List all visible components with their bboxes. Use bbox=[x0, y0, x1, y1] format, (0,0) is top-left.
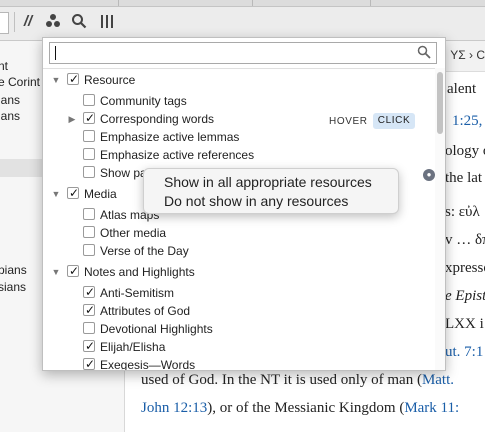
tab-strip bbox=[0, 0, 485, 7]
tab-divider bbox=[370, 0, 371, 6]
emphasize-references-checkbox[interactable] bbox=[83, 148, 95, 160]
disclosure-triangle-down-icon[interactable]: ▼ bbox=[51, 185, 61, 203]
exegesis-words-checkbox[interactable] bbox=[83, 355, 95, 370]
left-pane-item[interactable]: pians bbox=[0, 263, 27, 277]
text-line: e Epistl bbox=[445, 288, 485, 304]
tree-label: Elijah/Elisha bbox=[100, 340, 166, 354]
filter-search-input[interactable] bbox=[53, 45, 403, 61]
tree-item-attributes-of-god[interactable]: Attributes of God bbox=[83, 301, 423, 320]
left-pane-item[interactable]: nt bbox=[0, 59, 8, 73]
tree-item-anti-semitism[interactable]: Anti-Semitism bbox=[83, 283, 423, 302]
verse-of-the-day-checkbox[interactable] bbox=[83, 244, 95, 256]
toolbar-separator bbox=[14, 12, 15, 32]
resource-checkbox[interactable] bbox=[67, 70, 79, 88]
tree-label: Anti-Semitism bbox=[100, 286, 175, 300]
people-icon[interactable] bbox=[44, 13, 62, 31]
tree-item-exegesis-words[interactable]: Exegesis—Words bbox=[83, 355, 423, 371]
tree-label: Verse of the Day bbox=[100, 244, 189, 258]
text-line: alent bbox=[447, 81, 477, 97]
info-icon[interactable]: ● bbox=[423, 169, 435, 181]
tree-group-resource[interactable]: ▼ Resource bbox=[51, 70, 431, 89]
toolbar-reference-input[interactable] bbox=[0, 12, 9, 34]
menu-item-show-none[interactable]: Do not show in any resources bbox=[164, 193, 348, 209]
left-pane-item[interactable]: e Corint bbox=[0, 75, 40, 89]
tree-item-other-media[interactable]: Other media bbox=[83, 224, 423, 242]
atlas-maps-checkbox[interactable] bbox=[83, 208, 95, 220]
text-span: used of God. In the NT it is used only o… bbox=[141, 372, 422, 388]
scrollbar-thumb[interactable] bbox=[437, 72, 443, 134]
tab-divider bbox=[252, 0, 253, 6]
filter-search-box bbox=[49, 42, 437, 64]
menu-item-show-all[interactable]: Show in all appropriate resources bbox=[164, 174, 372, 190]
toolbar: // bbox=[0, 0, 485, 41]
tree-label: Community tags bbox=[100, 94, 187, 108]
tree-group-notes-highlights[interactable]: ▼ Notes and Highlights bbox=[51, 262, 431, 281]
click-mode-label[interactable]: CLICK bbox=[373, 113, 415, 129]
tree-label: Emphasize active lemmas bbox=[100, 130, 240, 144]
hover-mode-label[interactable]: HOVER bbox=[329, 116, 368, 127]
tree-label: Show pa bbox=[100, 166, 147, 180]
tree-label: Notes and Highlights bbox=[84, 265, 195, 279]
tree-label: Corresponding words bbox=[100, 112, 215, 126]
text-line: the lat bbox=[445, 170, 483, 186]
reference-link[interactable]: ut. 7:1 bbox=[445, 344, 483, 361]
reference-link[interactable]: John 12:13 bbox=[141, 400, 207, 416]
corresponding-words-checkbox[interactable] bbox=[83, 109, 95, 127]
left-pane-item[interactable]: ians bbox=[0, 93, 20, 107]
reference-link[interactable]: 1:25, bbox=[452, 113, 482, 130]
parallel-passages-icon[interactable]: // bbox=[20, 13, 36, 31]
tree-label: Exegesis—Words bbox=[100, 358, 196, 371]
reference-link[interactable]: Mark 11: bbox=[404, 400, 459, 416]
disclosure-triangle-down-icon[interactable]: ▼ bbox=[51, 71, 61, 89]
tree-label: Other media bbox=[100, 226, 167, 240]
tree-item-elijah-elisha[interactable]: Elijah/Elisha bbox=[83, 337, 423, 356]
other-media-checkbox[interactable] bbox=[83, 226, 95, 238]
show-option-popover: Show in all appropriate resources Do not… bbox=[143, 168, 399, 214]
text-line: s: εὐλ bbox=[445, 204, 480, 220]
disclosure-triangle-right-icon[interactable]: ▶ bbox=[67, 110, 77, 128]
tree-item-devotional-highlights[interactable]: Devotional Highlights bbox=[83, 320, 423, 338]
left-pane-item[interactable]: ians bbox=[0, 109, 20, 123]
tab-divider bbox=[118, 0, 119, 6]
devotional-highlights-checkbox[interactable] bbox=[83, 322, 95, 334]
text-line: LXX i bbox=[445, 316, 484, 332]
tree-item-emphasize-lemmas[interactable]: Emphasize active lemmas bbox=[83, 128, 423, 146]
media-checkbox[interactable] bbox=[67, 184, 79, 202]
breadcrumb[interactable]: ΥΣ › C bbox=[450, 48, 485, 62]
tree-item-emphasize-references[interactable]: Emphasize active references bbox=[83, 146, 423, 164]
text-line: v … δπ bbox=[445, 232, 485, 248]
anti-semitism-checkbox[interactable] bbox=[83, 283, 95, 301]
text-line: John 12:13), or of the Messianic Kingdom… bbox=[141, 400, 459, 417]
text-span: ), or of the Messianic Kingdom ( bbox=[207, 400, 405, 416]
community-tags-checkbox[interactable] bbox=[83, 94, 95, 106]
attributes-of-god-checkbox[interactable] bbox=[83, 301, 95, 319]
text-line: used of God. In the NT it is used only o… bbox=[141, 372, 454, 389]
tree-label: Emphasize active references bbox=[100, 148, 255, 162]
reference-link[interactable]: Matt. bbox=[422, 372, 454, 388]
elijah-elisha-checkbox[interactable] bbox=[83, 337, 95, 355]
search-icon bbox=[417, 45, 431, 62]
tree-label: Resource bbox=[84, 73, 136, 87]
tree-item-community-tags[interactable]: Community tags bbox=[83, 92, 423, 110]
show-pa-checkbox[interactable] bbox=[83, 166, 95, 178]
tree-label: Attributes of God bbox=[100, 304, 191, 318]
tree-label: Media bbox=[84, 187, 117, 201]
columns-icon[interactable] bbox=[97, 13, 117, 31]
text-line: xpresse bbox=[445, 260, 485, 276]
tree-item-verse-of-the-day[interactable]: Verse of the Day bbox=[83, 242, 423, 260]
disclosure-triangle-down-icon[interactable]: ▼ bbox=[51, 263, 61, 281]
tree-label: Devotional Highlights bbox=[100, 322, 213, 336]
search-icon[interactable] bbox=[70, 13, 88, 31]
emphasize-lemmas-checkbox[interactable] bbox=[83, 130, 95, 142]
notes-highlights-checkbox[interactable] bbox=[67, 262, 79, 280]
left-pane-item[interactable]: sians bbox=[0, 280, 26, 294]
text-line: ology of bbox=[445, 143, 485, 159]
